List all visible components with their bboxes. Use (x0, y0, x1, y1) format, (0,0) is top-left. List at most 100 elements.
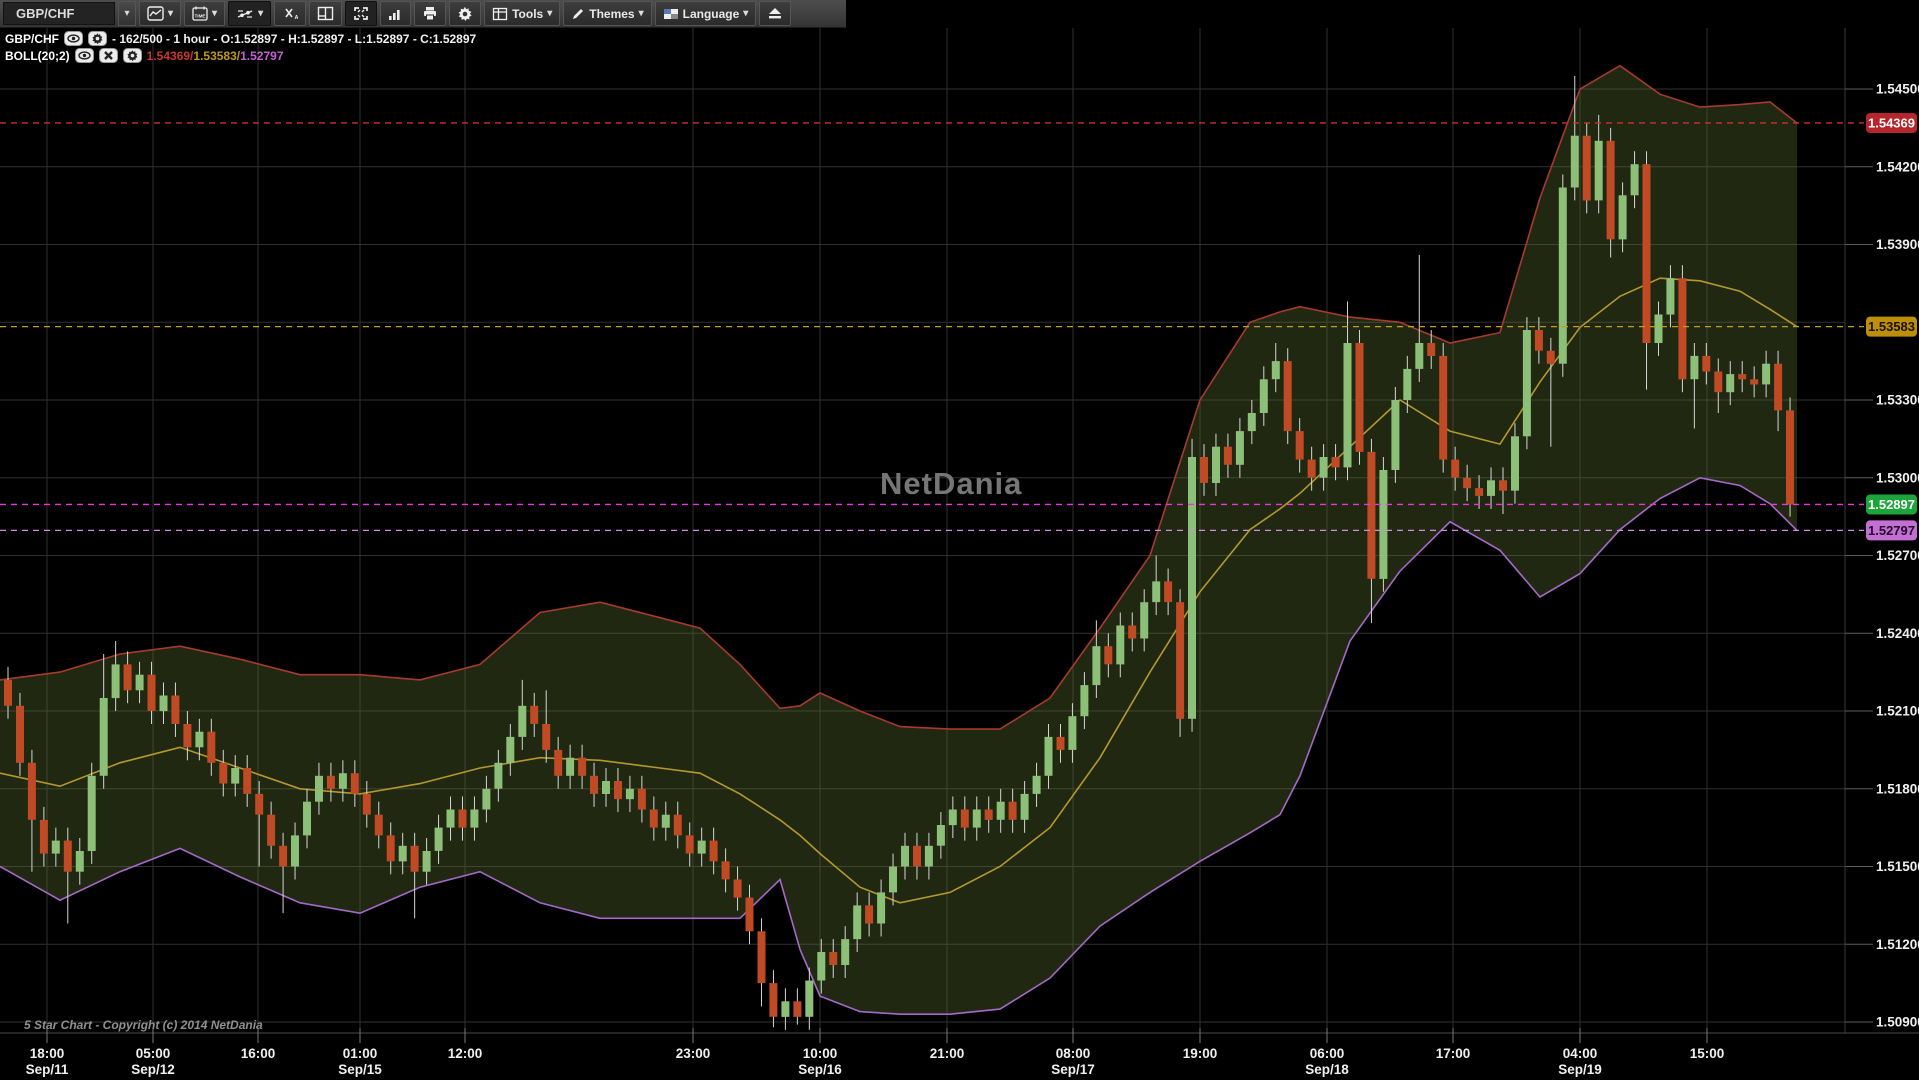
candle[interactable] (267, 815, 275, 846)
candle[interactable] (351, 773, 359, 794)
chart-type-button[interactable]: ▾ (139, 1, 181, 26)
candle[interactable] (937, 825, 945, 846)
candle[interactable] (1547, 351, 1555, 364)
candle[interactable] (1045, 737, 1053, 776)
candle[interactable] (925, 846, 933, 867)
gear-icon[interactable] (123, 48, 142, 63)
candle[interactable] (1451, 460, 1459, 478)
candle[interactable] (470, 810, 478, 828)
candle[interactable] (554, 750, 562, 776)
candle[interactable] (686, 835, 694, 853)
candle[interactable] (1164, 581, 1172, 602)
themes-menu-button[interactable]: Themes ▾ (563, 1, 651, 26)
candle[interactable] (973, 810, 981, 828)
candle[interactable] (459, 810, 467, 828)
candle[interactable] (889, 867, 897, 893)
volume-button[interactable] (380, 1, 411, 26)
candle[interactable] (219, 763, 227, 784)
candle[interactable] (1344, 343, 1352, 467)
candle[interactable] (985, 810, 993, 820)
tools-menu-button[interactable]: Tools ▾ (484, 1, 560, 26)
detach-button[interactable] (759, 1, 791, 26)
candle[interactable] (171, 696, 179, 725)
print-button[interactable] (414, 1, 446, 26)
fullscreen-button[interactable] (345, 1, 377, 26)
candle[interactable] (291, 835, 299, 866)
candle[interactable] (578, 758, 586, 776)
candle[interactable] (1475, 488, 1483, 496)
candle[interactable] (1128, 626, 1136, 639)
candle[interactable] (877, 892, 885, 923)
candle[interactable] (638, 789, 646, 810)
candle[interactable] (542, 724, 550, 750)
candle[interactable] (160, 696, 168, 712)
candle[interactable] (1631, 164, 1639, 195)
candle[interactable] (1511, 436, 1519, 490)
candle[interactable] (758, 931, 766, 983)
candle[interactable] (423, 851, 431, 872)
candle[interactable] (602, 781, 610, 794)
candle[interactable] (1212, 447, 1220, 483)
candle[interactable] (327, 776, 335, 789)
candle[interactable] (1260, 379, 1268, 413)
candle[interactable] (1272, 361, 1280, 379)
candle[interactable] (614, 781, 622, 799)
candle[interactable] (124, 664, 132, 690)
candle[interactable] (1583, 136, 1591, 201)
candle[interactable] (1750, 379, 1758, 384)
candle[interactable] (1559, 188, 1567, 364)
candle[interactable] (315, 776, 323, 802)
candle[interactable] (805, 981, 813, 1017)
candle[interactable] (1224, 447, 1232, 465)
candle[interactable] (997, 802, 1005, 820)
candle[interactable] (865, 905, 873, 923)
candle[interactable] (148, 675, 156, 711)
candle[interactable] (674, 815, 682, 836)
candle[interactable] (28, 763, 36, 820)
candle[interactable] (1571, 136, 1579, 188)
candle[interactable] (363, 794, 371, 815)
language-menu-button[interactable]: Language ▾ (655, 1, 757, 26)
time-interval-button[interactable]: TIME ▾ (184, 1, 225, 26)
candle[interactable] (1356, 343, 1364, 452)
price-chart[interactable]: 1.543691.535831.528971.527971.545001.542… (0, 0, 1919, 1080)
candle[interactable] (255, 794, 263, 815)
candle[interactable] (1057, 737, 1065, 750)
candle[interactable] (1690, 356, 1698, 379)
candle[interactable] (100, 698, 108, 776)
candle[interactable] (841, 939, 849, 965)
candle[interactable] (1320, 457, 1328, 478)
candle[interactable] (1666, 278, 1674, 314)
candle[interactable] (1104, 646, 1112, 664)
candle[interactable] (829, 952, 837, 965)
candle[interactable] (447, 810, 455, 828)
candle[interactable] (1714, 372, 1722, 393)
candle[interactable] (1786, 410, 1794, 504)
candle[interactable] (1619, 195, 1627, 239)
candle[interactable] (1738, 374, 1746, 379)
candle[interactable] (590, 776, 598, 794)
candle[interactable] (207, 732, 215, 763)
eye-icon[interactable] (64, 31, 83, 46)
candle[interactable] (1176, 602, 1184, 719)
candle[interactable] (1487, 480, 1495, 496)
candle[interactable] (243, 768, 251, 794)
candle[interactable] (64, 841, 72, 872)
symbol-input[interactable]: GBP/CHF (3, 2, 115, 25)
candle[interactable] (650, 810, 658, 828)
candle[interactable] (1535, 330, 1543, 351)
candle[interactable] (112, 664, 120, 698)
candle[interactable] (52, 841, 60, 854)
candle[interactable] (1308, 460, 1316, 478)
candle[interactable] (566, 758, 574, 776)
candle[interactable] (435, 828, 443, 851)
candle[interactable] (1188, 457, 1196, 719)
candle[interactable] (734, 880, 742, 898)
candle[interactable] (1774, 364, 1782, 411)
candle[interactable] (1021, 794, 1029, 820)
candle[interactable] (1284, 361, 1292, 431)
candle[interactable] (76, 851, 84, 872)
candle[interactable] (1499, 480, 1507, 490)
candle[interactable] (1643, 164, 1651, 343)
candle[interactable] (1248, 413, 1256, 431)
